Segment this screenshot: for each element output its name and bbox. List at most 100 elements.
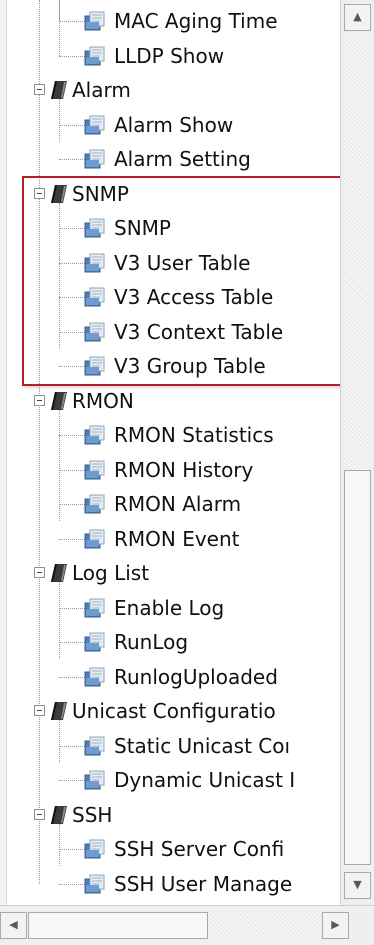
arrow-up-icon: ▲ bbox=[353, 10, 362, 23]
tree-connector-line bbox=[59, 21, 85, 22]
horizontal-scroll-thumb[interactable] bbox=[28, 912, 208, 939]
scroll-down-button[interactable]: ▼ bbox=[344, 872, 371, 899]
navigation-tree: MAC Aging Time LLDP Show Alarm Alarm Show Al… bbox=[6, 0, 340, 904]
collapse-minus-icon[interactable] bbox=[34, 808, 45, 820]
vertical-scroll-thumb[interactable] bbox=[344, 470, 371, 865]
tree-item-static-unicast-co[interactable]: Static Unicast Coı bbox=[6, 729, 340, 763]
tree-item-rmon-statistics[interactable]: RMON Statistics bbox=[6, 418, 340, 452]
tree-connector-line bbox=[59, 745, 85, 747]
tree-connector-line bbox=[59, 435, 85, 436]
tree-connector-line bbox=[59, 849, 85, 850]
tree-connector-line bbox=[59, 883, 85, 885]
page-icon bbox=[84, 838, 108, 860]
tree-item-label: RunlogUploaded bbox=[114, 664, 278, 689]
tree-item-label: SNMP bbox=[114, 216, 171, 240]
tree-item-label: RunLog bbox=[114, 630, 189, 654]
book-icon bbox=[50, 563, 68, 583]
page-icon bbox=[84, 286, 108, 308]
page-icon bbox=[84, 493, 108, 515]
tree-connector-line bbox=[59, 159, 85, 160]
tree-item-label: SSH User Manage bbox=[114, 871, 293, 896]
arrow-right-icon: ▶ bbox=[331, 918, 340, 931]
tree-folder-unicast-configuratio[interactable]: Unicast Configuratio bbox=[6, 694, 340, 728]
tree-folder-label: Alarm bbox=[72, 78, 131, 102]
tree-item-label: MAC Aging Time bbox=[114, 9, 278, 33]
tree-item-v3-context-table[interactable]: V3 Context Table bbox=[6, 315, 340, 349]
tree-item-label: Alarm Show bbox=[114, 112, 234, 137]
tree-item-ssh-server-confi[interactable]: SSH Server Confi bbox=[6, 832, 340, 866]
book-icon bbox=[50, 701, 68, 721]
collapse-minus-icon[interactable] bbox=[34, 567, 45, 578]
tree-item-label: V3 Access Table bbox=[114, 285, 274, 309]
tree-item-label: Dynamic Unicast I bbox=[114, 768, 296, 792]
collapse-minus-icon[interactable] bbox=[34, 84, 45, 95]
tree-connector-line bbox=[59, 55, 85, 57]
tree-folder-snmp[interactable]: SNMP bbox=[6, 177, 340, 211]
page-icon bbox=[84, 597, 108, 619]
tree-item-runloguploaded[interactable]: RunlogUploaded bbox=[6, 660, 340, 694]
tree-connector-line bbox=[59, 297, 85, 298]
tree-item-v3-access-table[interactable]: V3 Access Table bbox=[6, 280, 340, 314]
tree-connector-line bbox=[59, 676, 85, 678]
tree-folder-alarm[interactable]: Alarm bbox=[6, 73, 340, 107]
tree-item-enable-log[interactable]: Enable Log bbox=[6, 591, 340, 625]
scroll-up-button[interactable]: ▲ bbox=[344, 4, 371, 31]
book-icon bbox=[50, 80, 68, 100]
tree-connector-line bbox=[59, 538, 85, 540]
scroll-right-button[interactable]: ▶ bbox=[322, 912, 349, 939]
tree-item-lldp-show[interactable]: LLDP Show bbox=[6, 39, 340, 73]
tree-item-label: SSH Server Confi bbox=[114, 837, 285, 861]
page-icon bbox=[84, 459, 108, 481]
tree-folder-label: Unicast Configuratio bbox=[72, 699, 276, 723]
book-icon bbox=[50, 805, 68, 825]
page-icon bbox=[84, 735, 108, 757]
horizontal-scrollbar[interactable]: ◀ ▶ bbox=[0, 905, 374, 945]
page-icon bbox=[84, 321, 108, 343]
tree-item-dynamic-unicast-i[interactable]: Dynamic Unicast I bbox=[6, 763, 340, 797]
tree-connector-line bbox=[59, 331, 85, 333]
page-icon bbox=[84, 873, 108, 895]
tree-item-label: V3 Context Table bbox=[114, 319, 284, 344]
tree-item-label: Static Unicast Coı bbox=[114, 733, 291, 758]
vertical-scrollbar[interactable]: ▲ ▼ bbox=[340, 0, 374, 905]
page-icon bbox=[84, 355, 108, 377]
tree-item-label: RMON Statistics bbox=[114, 423, 274, 447]
tree-folder-label: SNMP bbox=[72, 181, 129, 206]
tree-item-label: V3 Group Table bbox=[114, 354, 266, 378]
tree-folder-log-list[interactable]: Log List bbox=[6, 556, 340, 590]
collapse-minus-icon[interactable] bbox=[34, 394, 45, 406]
tree-item-rmon-event[interactable]: RMON Event bbox=[6, 522, 340, 556]
tree-folder-ssh[interactable]: SSH bbox=[6, 798, 340, 832]
tree-connector-line bbox=[59, 366, 85, 367]
page-icon bbox=[84, 424, 108, 446]
tree-item-rmon-alarm[interactable]: RMON Alarm bbox=[6, 487, 340, 521]
tree-item-v3-group-table[interactable]: V3 Group Table bbox=[6, 349, 340, 383]
tree-connector-line bbox=[59, 607, 85, 609]
tree-connector-line bbox=[59, 262, 85, 264]
tree-item-rmon-history[interactable]: RMON History bbox=[6, 453, 340, 487]
scroll-left-button[interactable]: ◀ bbox=[0, 912, 27, 939]
collapse-minus-icon[interactable] bbox=[34, 187, 45, 199]
tree-item-ssh-user-manage[interactable]: SSH User Manage bbox=[6, 867, 340, 901]
tree-item-label: RMON Event bbox=[114, 526, 240, 551]
tree-item-label: Alarm Setting bbox=[114, 147, 251, 171]
page-icon bbox=[84, 769, 108, 791]
tree-connector-line bbox=[59, 780, 85, 781]
tree-item-mac-aging-time[interactable]: MAC Aging Time bbox=[6, 4, 340, 38]
page-icon bbox=[84, 252, 108, 274]
book-icon bbox=[50, 184, 68, 204]
page-icon bbox=[84, 45, 108, 67]
arrow-left-icon: ◀ bbox=[9, 918, 18, 931]
tree-folder-rmon[interactable]: RMON bbox=[6, 384, 340, 418]
tree-item-v3-user-table[interactable]: V3 User Table bbox=[6, 246, 340, 280]
tree-item-runlog[interactable]: RunLog bbox=[6, 625, 340, 659]
tree-item-alarm-setting[interactable]: Alarm Setting bbox=[6, 142, 340, 176]
tree-item-label: LLDP Show bbox=[114, 43, 225, 68]
tree-item-alarm-show[interactable]: Alarm Show bbox=[6, 108, 340, 142]
collapse-minus-icon[interactable] bbox=[34, 705, 45, 716]
tree-item-snmp[interactable]: SNMP bbox=[6, 211, 340, 245]
tree-item-label: RMON Alarm bbox=[114, 492, 242, 516]
tree-branch-line bbox=[59, 0, 60, 56]
page-icon bbox=[84, 10, 108, 32]
tree-item-label: RMON History bbox=[114, 457, 254, 482]
